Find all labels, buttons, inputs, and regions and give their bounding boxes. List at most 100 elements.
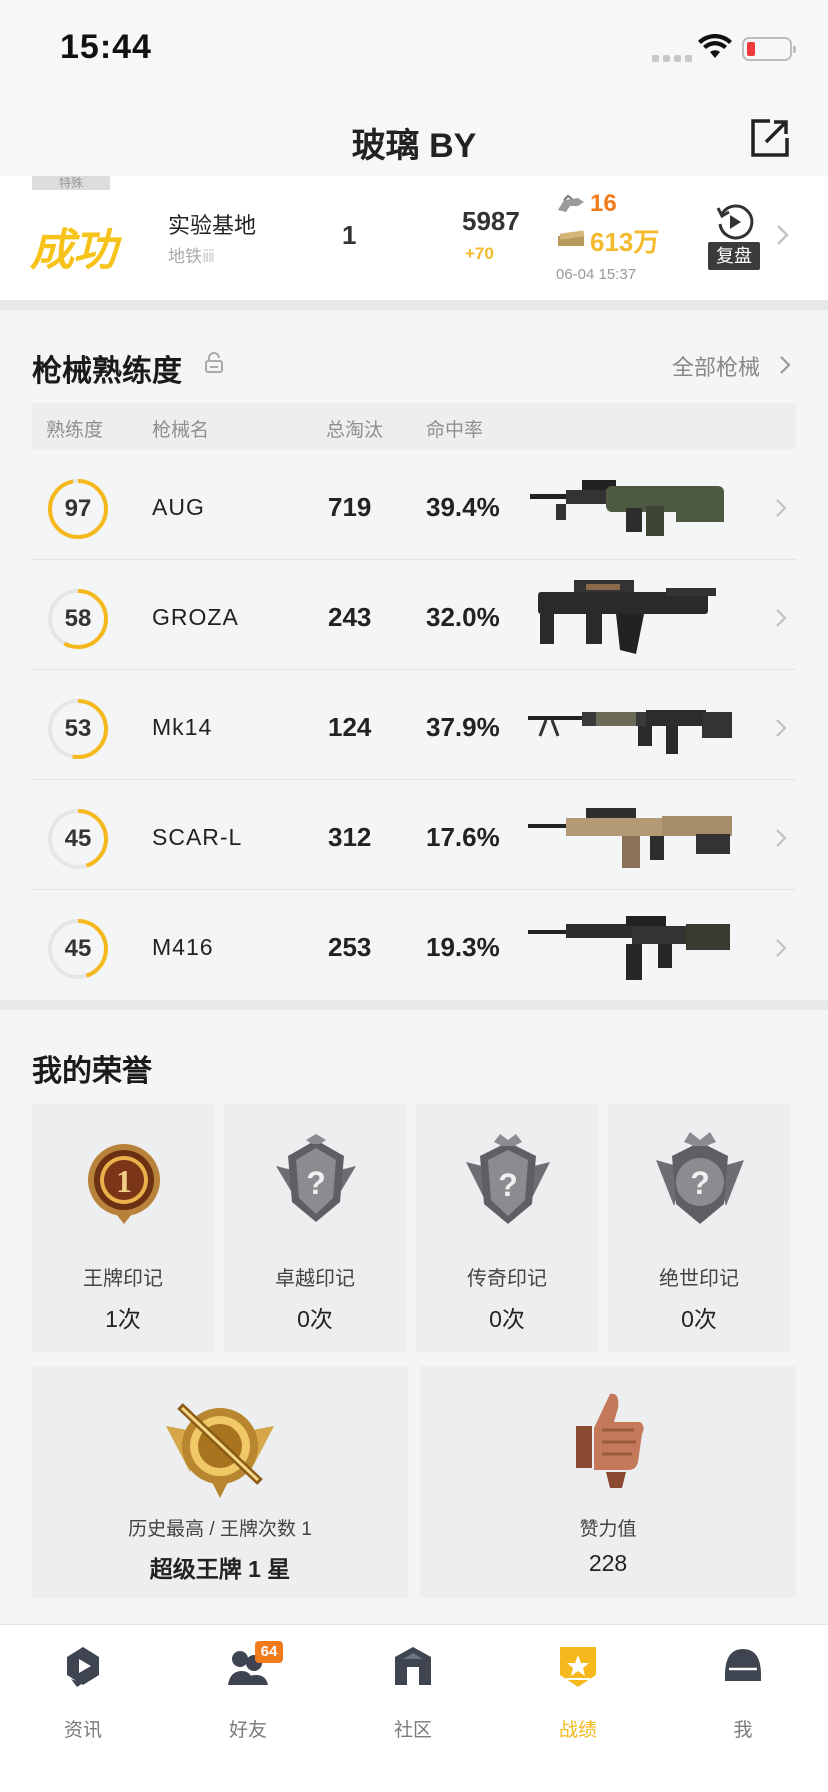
tab-label: 战绩 [558, 1720, 597, 1741]
weapon-row-m416[interactable]: 45 M416 253 19.3% [32, 890, 796, 1000]
cellular-signal-icon [652, 55, 692, 62]
mk14-rifle-image [528, 710, 732, 754]
chevron-right-icon [780, 356, 791, 374]
badge-ace[interactable]: 1 王牌印记 1次 [32, 1104, 214, 1352]
all-weapons-link[interactable]: 全部枪械 [672, 350, 760, 382]
badge-count: 0次 [489, 1306, 525, 1332]
chevron-right-icon [776, 829, 787, 847]
badge-count: 0次 [297, 1306, 333, 1332]
battery-icon [742, 37, 796, 61]
likes-card[interactable]: 赞力值 228 [420, 1366, 796, 1598]
weapon-accuracy: 17.6% [426, 822, 500, 852]
best-tier-card[interactable]: 历史最高 / 王牌次数 1 超级王牌 1 星 [32, 1366, 408, 1598]
wifi-icon [698, 34, 732, 58]
weapon-name: M416 [152, 934, 214, 960]
svg-text:1: 1 [116, 1163, 132, 1199]
match-result: 成功 [30, 226, 117, 275]
news-icon [67, 1647, 99, 1687]
ace-mark-icon: 1 [88, 1144, 160, 1224]
tab-friends[interactable]: 64 好友 [193, 1641, 303, 1751]
weapon-row-mk14[interactable]: 53 Mk14 124 37.9% [32, 670, 796, 780]
section-divider [0, 300, 828, 310]
weapon-kills: 253 [328, 932, 372, 962]
weapon-name: Mk14 [152, 714, 213, 740]
tab-label: 社区 [393, 1720, 432, 1741]
weapon-kills: 312 [328, 822, 372, 852]
groza-rifle-image [538, 580, 716, 654]
mastery-value: 45 [64, 825, 92, 852]
aug-rifle-image [530, 480, 724, 536]
tab-me[interactable]: 我 [688, 1641, 798, 1751]
weapon-row-scar-l[interactable]: 45 SCAR-L 312 17.6% [32, 780, 796, 890]
lock-icon[interactable] [204, 352, 224, 374]
badge-name: 传奇印记 [467, 1268, 547, 1290]
tab-news[interactable]: 资讯 [28, 1641, 138, 1751]
section-divider [0, 1000, 828, 1010]
badge-legend[interactable]: ? 传奇印记 0次 [416, 1104, 598, 1352]
col-mastery: 熟练度 [46, 420, 104, 441]
weapon-accuracy: 37.9% [426, 712, 500, 742]
tab-label: 我 [733, 1720, 753, 1741]
replay-icon[interactable] [714, 202, 754, 242]
bottom-tab-bar: 资讯 64 好友 社区 战绩 我 [0, 1624, 828, 1792]
replay-button[interactable]: 复盘 [708, 242, 760, 270]
tab-label: 好友 [228, 1720, 267, 1741]
match-kills: 16 [590, 190, 617, 217]
honors-section: 我的荣誉 1 王牌印记 1次 ? 卓越印记 0次 ? 传奇印记 0次 ? 绝世印… [0, 1010, 828, 1624]
legend-mark-icon: ? [466, 1134, 550, 1224]
weapon-accuracy: 19.3% [426, 932, 500, 962]
chevron-right-icon [776, 499, 787, 517]
likes-label: 赞力值 [579, 1519, 637, 1540]
thumbs-up-icon [576, 1393, 644, 1488]
col-accuracy: 命中率 [426, 420, 484, 441]
community-icon [395, 1647, 431, 1685]
weapon-row-groza[interactable]: 58 GROZA 243 32.0% [32, 560, 796, 670]
friends-badge: 64 [255, 1641, 283, 1663]
match-datetime: 06-04 15:37 [556, 266, 637, 283]
svg-text:?: ? [306, 1165, 326, 1201]
status-bar: 15:44 [0, 0, 828, 98]
match-cash: 613万 [590, 227, 660, 257]
page-title: 玻璃 BY [351, 127, 477, 165]
badge-name: 绝世印记 [659, 1268, 739, 1290]
match-mode: 地铁ⅰⅰⅰⅰ [168, 247, 215, 266]
weapon-table-header: 熟练度 枪械名 总淘汰 命中率 [32, 403, 796, 449]
badge-excellence[interactable]: ? 卓越印记 0次 [224, 1104, 406, 1352]
record-icon [560, 1647, 596, 1687]
weapon-kills: 243 [328, 602, 372, 632]
peerless-mark-icon: ? [656, 1132, 744, 1224]
tab-community[interactable]: 社区 [358, 1641, 468, 1751]
mastery-value: 58 [64, 605, 92, 632]
weapon-row-aug[interactable]: 97 AUG 719 39.4% [32, 450, 796, 560]
m416-rifle-image [528, 916, 730, 980]
weapon-mastery-title: 枪械熟练度 [32, 355, 182, 388]
badge-count: 1次 [105, 1306, 141, 1332]
match-score: 5987 [462, 206, 520, 236]
honors-title: 我的荣誉 [32, 1055, 152, 1088]
mastery-value: 53 [64, 715, 92, 742]
share-icon[interactable] [748, 116, 792, 160]
match-rank: 1 [342, 220, 357, 250]
mastery-value: 45 [64, 935, 92, 962]
svg-text:?: ? [690, 1165, 710, 1201]
status-time: 15:44 [60, 28, 152, 66]
best-tier-value: 超级王牌 1 星 [149, 1556, 291, 1582]
tab-record[interactable]: 战绩 [523, 1641, 633, 1751]
chevron-right-icon [776, 939, 787, 957]
helmet-icon [725, 1649, 761, 1681]
weapon-mastery-section: 枪械熟练度 全部枪械 熟练度 枪械名 总淘汰 命中率 97 AUG 719 39… [0, 310, 828, 1000]
mastery-value: 97 [64, 495, 92, 522]
col-weapon-name: 枪械名 [152, 420, 210, 441]
chevron-right-icon [776, 609, 787, 627]
latest-match-card[interactable]: 特殊 成功 实验基地 地铁ⅰⅰⅰⅰ 1 5987 +70 16 613万 06-… [0, 176, 828, 300]
weapon-accuracy: 32.0% [426, 602, 500, 632]
col-total-kills: 总淘汰 [326, 420, 384, 441]
match-score-delta: +70 [465, 244, 494, 263]
likes-value: 228 [588, 1550, 628, 1576]
match-tag: 特殊 [32, 176, 110, 190]
weapon-name: AUG [152, 494, 205, 520]
badge-peerless[interactable]: ? 绝世印记 0次 [608, 1104, 790, 1352]
best-tier-label: 历史最高 / 王牌次数 1 [128, 1519, 312, 1540]
weapon-accuracy: 39.4% [426, 492, 500, 522]
badge-count: 0次 [681, 1306, 717, 1332]
